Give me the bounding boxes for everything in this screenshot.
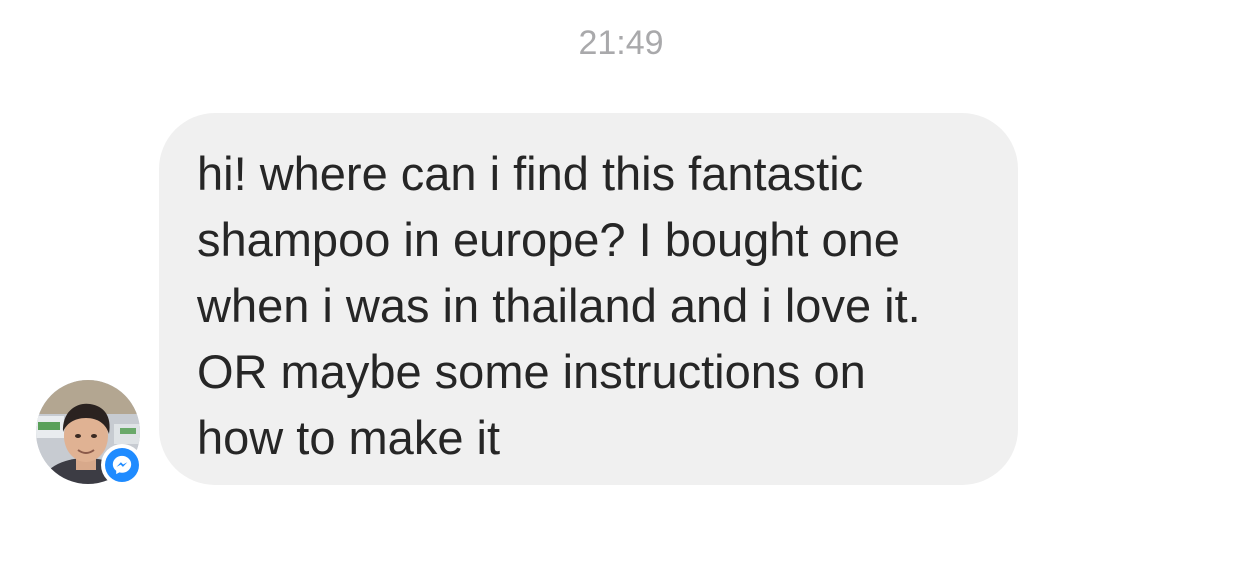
- messenger-badge: [101, 444, 143, 486]
- messenger-icon: [105, 448, 139, 482]
- message-timestamp: 21:49: [578, 24, 664, 62]
- incoming-message-bubble[interactable]: hi! where can i find this fantastic sham…: [159, 113, 1018, 485]
- message-text: hi! where can i find this fantastic sham…: [197, 147, 921, 464]
